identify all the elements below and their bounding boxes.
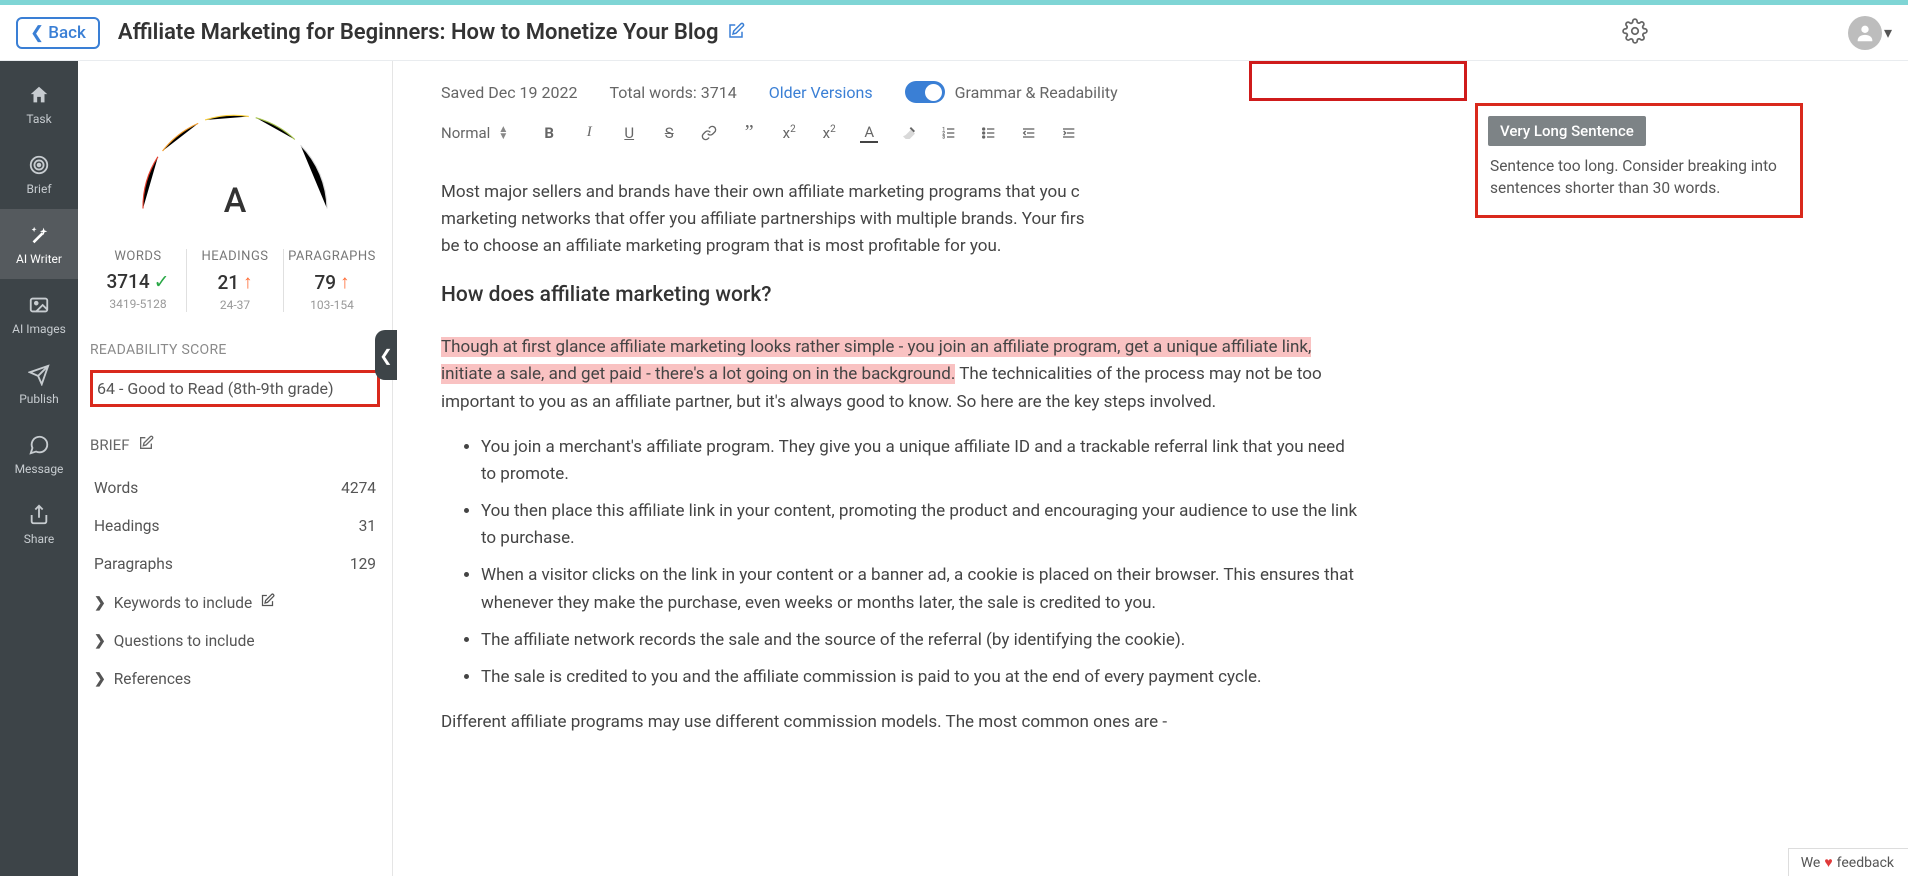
page-title: Affiliate Marketing for Beginners: How t… [118,20,719,45]
edit-brief-icon[interactable] [138,435,154,455]
chat-icon [26,432,52,458]
older-versions-link[interactable]: Older Versions [769,83,873,102]
header: ❮ Back Affiliate Marketing for Beginners… [0,5,1908,61]
edit-title-icon[interactable] [727,22,745,44]
nav-publish[interactable]: Publish [0,349,78,419]
list-item: When a visitor clicks on the link in you… [481,562,1361,616]
tooltip-body: Sentence too long. Consider breaking int… [1478,156,1800,199]
keywords-row[interactable]: ❯ Keywords to include [90,583,380,622]
target-icon [26,152,52,178]
grade-letter: A [224,181,247,221]
chevron-left-icon: ❮ [30,23,44,43]
brief-paragraphs: Paragraphs129 [90,545,380,583]
indent-button[interactable] [1060,125,1078,141]
saved-label: Saved Dec 19 2022 [441,83,577,102]
image-icon [26,292,52,318]
paragraph: Most major sellers and brands have their… [441,179,1361,261]
unordered-list-button[interactable] [980,125,998,141]
chevron-right-icon: ❯ [94,671,106,687]
grammar-tooltip: Very Long Sentence Sentence too long. Co… [1475,103,1803,218]
arrow-up-icon: ↑ [243,270,253,294]
paragraph: Different affiliate programs may use dif… [441,709,1361,736]
nav-ai-writer[interactable]: AI Writer [0,209,78,279]
sidebar: A WORDS 3714✓ 3419-5128 HEADINGS 21↑ 24-… [78,61,393,876]
editor-pane: Saved Dec 19 2022 Total words: 3714 Olde… [393,61,1908,876]
list-item: The sale is credited to you and the affi… [481,664,1361,691]
readability-score: 64 - Good to Read (8th-9th grade) [90,370,380,407]
user-menu[interactable]: ▾ [1848,16,1892,50]
bold-button[interactable]: B [540,124,558,142]
send-icon [26,362,52,388]
heart-icon: ♥ [1824,854,1832,871]
heading: How does affiliate marketing work? [441,279,1361,313]
side-nav: Task Brief AI Writer AI Images Publish M… [0,61,78,876]
edit-keywords-icon[interactable] [260,593,275,612]
collapse-sidebar-button[interactable]: ❮ [375,330,397,380]
tooltip-head: Very Long Sentence [1488,116,1646,146]
brief-headings: Headings31 [90,507,380,545]
references-row[interactable]: ❯ References [90,660,380,698]
grammar-toggle-wrap: Grammar & Readability [905,81,1118,103]
editor-top-bar: Saved Dec 19 2022 Total words: 3714 Olde… [441,81,1868,103]
caret-down-icon: ▾ [1884,23,1892,42]
link-button[interactable] [700,125,718,141]
feedback-tab[interactable]: We ♥ feedback [1788,848,1908,876]
updown-icon: ▲▼ [498,126,508,140]
editor-content[interactable]: Most major sellers and brands have their… [441,179,1361,736]
list-item: You then place this affiliate link in yo… [481,498,1361,552]
avatar-icon [1848,16,1882,50]
superscript-button[interactable]: x2 [820,124,838,142]
chevron-right-icon: ❯ [94,633,106,649]
list-item: You join a merchant's affiliate program.… [481,434,1361,488]
grammar-toggle[interactable] [905,81,945,103]
readability-label: READABILITY SCORE [90,342,380,358]
chevron-right-icon: ❯ [94,595,106,611]
magic-wand-icon [26,222,52,248]
back-label: Back [48,23,86,43]
format-select[interactable]: Normal ▲▼ [441,124,508,142]
strikethrough-button[interactable]: S [660,124,678,142]
back-button[interactable]: ❮ Back [16,17,100,49]
total-words-label: Total words: 3714 [609,83,736,102]
underline-button[interactable]: U [620,124,638,142]
share-icon [26,502,52,528]
nav-message[interactable]: Message [0,419,78,489]
highlight-box [1249,61,1467,101]
quote-button[interactable]: ” [740,121,758,144]
stat-words: WORDS 3714✓ 3419-5128 [90,249,186,312]
nav-brief[interactable]: Brief [0,139,78,209]
ordered-list-button[interactable]: 123 [940,125,958,141]
highlight-button[interactable] [900,125,918,141]
chevron-left-icon: ❮ [379,346,392,365]
brief-words: Words4274 [90,469,380,507]
bullet-list: You join a merchant's affiliate program.… [481,434,1361,692]
stat-paragraphs: PARAGRAPHS 79↑ 103-154 [283,249,380,312]
subscript-button[interactable]: x2 [780,124,798,142]
arrow-up-icon: ↑ [340,270,350,294]
italic-button[interactable]: I [580,124,598,141]
grammar-toggle-label: Grammar & Readability [955,83,1118,102]
nav-share[interactable]: Share [0,489,78,559]
home-icon [26,82,52,108]
list-item: The affiliate network records the sale a… [481,627,1361,654]
nav-task[interactable]: Task [0,69,78,139]
nav-ai-images[interactable]: AI Images [0,279,78,349]
questions-row[interactable]: ❯ Questions to include [90,622,380,660]
check-icon: ✓ [154,270,170,293]
brief-section-head: BRIEF [90,435,380,455]
settings-icon[interactable] [1622,18,1648,48]
text-color-button[interactable]: A [860,123,878,143]
stat-headings: HEADINGS 21↑ 24-37 [186,249,283,312]
svg-text:3: 3 [943,134,946,140]
outdent-button[interactable] [1020,125,1038,141]
paragraph: Though at first glance affiliate marketi… [441,334,1361,416]
score-gauge: A [120,81,350,221]
stats-row: WORDS 3714✓ 3419-5128 HEADINGS 21↑ 24-37… [90,239,380,312]
